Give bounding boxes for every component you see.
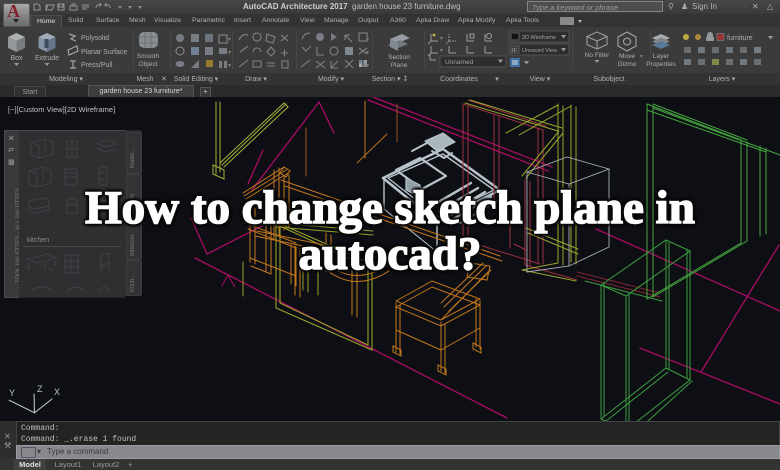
svg-text:2D Wireframe: 2D Wireframe <box>522 35 556 41</box>
svg-text:Box: Box <box>10 55 23 62</box>
svg-text:X: X <box>54 387 60 397</box>
svg-text:▾: ▾ <box>228 50 231 56</box>
svg-text:Object: Object <box>139 61 158 68</box>
svg-text:Properties: Properties <box>646 61 676 68</box>
svg-text:Press/Pull: Press/Pull <box>81 62 113 69</box>
svg-text:Z: Z <box>37 384 43 394</box>
svg-text:▾: ▾ <box>228 37 231 43</box>
svg-text:IF: IF <box>512 48 518 54</box>
svg-text:Plane: Plane <box>391 62 408 69</box>
svg-text:▾: ▾ <box>228 63 231 69</box>
svg-text:Gizmo: Gizmo <box>618 61 637 68</box>
svg-text:furniture: furniture <box>727 35 753 42</box>
svg-text:▾: ▾ <box>366 50 369 56</box>
svg-text:Unsaved View: Unsaved View <box>522 48 557 54</box>
svg-text:▾: ▾ <box>440 36 443 42</box>
svg-text:▾: ▾ <box>640 54 643 60</box>
svg-text:Polysolid: Polysolid <box>81 35 109 42</box>
svg-text:No Filter: No Filter <box>585 52 610 59</box>
svg-text:Section: Section <box>388 54 410 61</box>
svg-text:Smooth: Smooth <box>137 53 160 60</box>
svg-text:▾: ▾ <box>440 48 443 54</box>
svg-text:Layer: Layer <box>653 53 670 60</box>
svg-text:▾: ▾ <box>366 63 369 69</box>
svg-text:Y: Y <box>9 388 15 398</box>
svg-text:Planar Surface: Planar Surface <box>81 49 127 56</box>
svg-text:▾: ▾ <box>366 37 369 43</box>
svg-text:Unnamed: Unnamed <box>445 59 474 66</box>
svg-text:Move: Move <box>619 53 635 60</box>
svg-text:Extrude: Extrude <box>35 55 59 62</box>
